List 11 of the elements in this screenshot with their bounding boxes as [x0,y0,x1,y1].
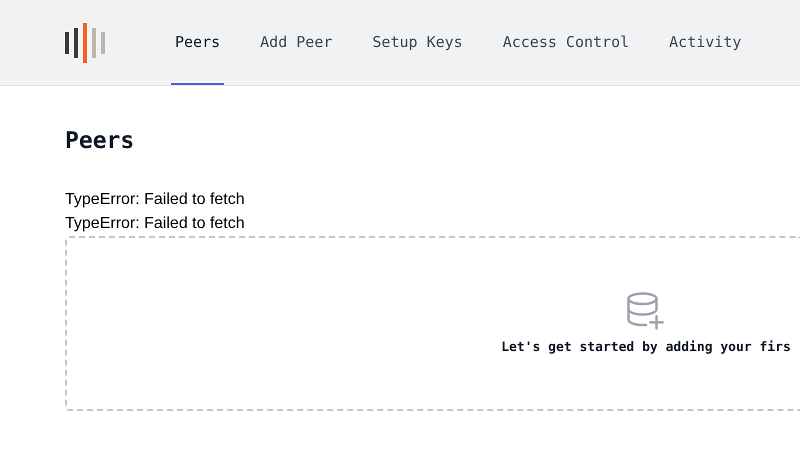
error-message: TypeError: Failed to fetch [65,214,246,234]
nav-tab[interactable]: Access Control [498,0,634,85]
nav-tab[interactable]: Setup Keys [368,0,467,85]
error-message: TypeError: Failed to fetch [65,190,246,210]
nav-tab[interactable]: Peers [171,0,224,85]
nav-tab[interactable]: Add Peer [256,0,336,85]
nav-tab[interactable]: Activity [665,0,746,85]
empty-state-message: Let's get started by adding your firs [501,338,791,357]
page-title: Peers [65,127,136,156]
logo-icon [65,22,107,62]
database-plus-icon [625,290,667,332]
